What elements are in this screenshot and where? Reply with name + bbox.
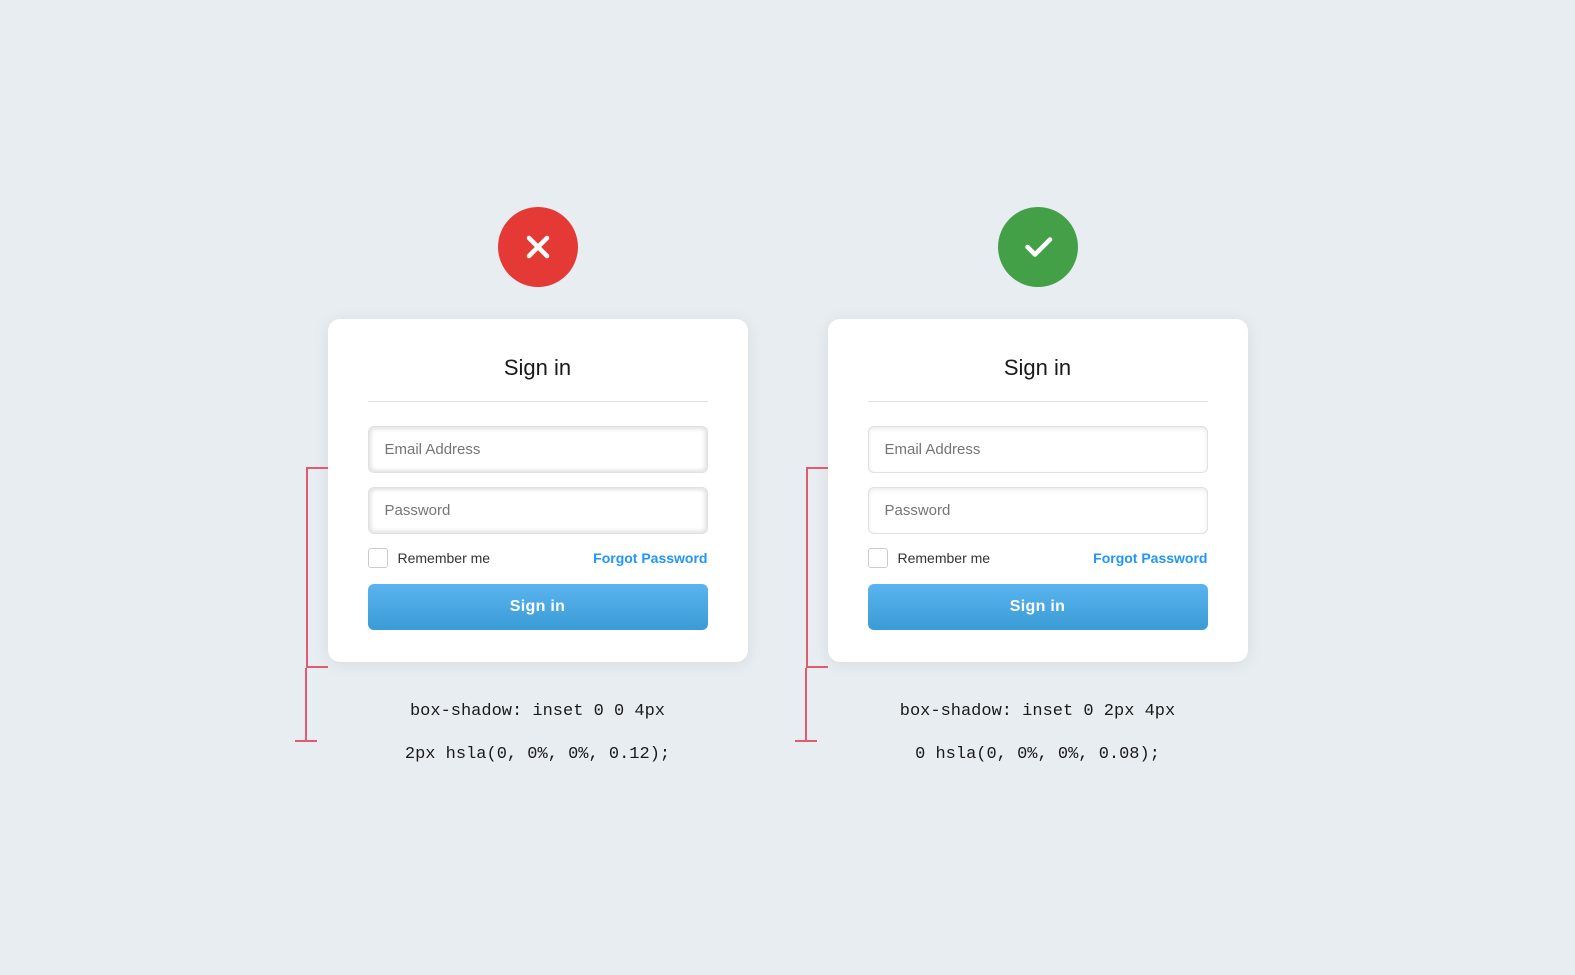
- good-checkbox[interactable]: [868, 548, 888, 568]
- good-email-input[interactable]: [868, 426, 1208, 473]
- bad-checkbox[interactable]: [368, 548, 388, 568]
- good-signin-button[interactable]: Sign in: [868, 584, 1208, 630]
- bad-bracket-vertical: [306, 467, 308, 668]
- good-card-wrapper: Sign in Remember me Forgot Password Sign…: [828, 319, 1248, 662]
- good-card-title: Sign in: [868, 355, 1208, 381]
- bad-password-group: [368, 487, 708, 534]
- good-arrow-line: [805, 668, 807, 742]
- bad-bracket-top: [306, 467, 328, 469]
- bad-email-input[interactable]: [368, 426, 708, 473]
- good-remember-label: Remember me: [898, 550, 991, 566]
- good-bracket-top: [806, 467, 828, 469]
- good-password-input[interactable]: [868, 487, 1208, 534]
- good-email-group: [868, 426, 1208, 473]
- good-card: Sign in Remember me Forgot Password Sign…: [828, 319, 1248, 662]
- bad-code-line2: 2px hsla(0, 0%, 0%, 0.12);: [405, 741, 670, 768]
- bad-signin-button[interactable]: Sign in: [368, 584, 708, 630]
- good-forgot-link[interactable]: Forgot Password: [1093, 550, 1207, 566]
- good-bracket-bottom-h: [806, 666, 828, 668]
- check-icon: [1020, 229, 1056, 265]
- bad-bracket-bottom-h: [306, 666, 328, 668]
- bad-forgot-link[interactable]: Forgot Password: [593, 550, 707, 566]
- good-divider: [868, 401, 1208, 402]
- good-remember-me: Remember me: [868, 548, 991, 568]
- good-password-group: [868, 487, 1208, 534]
- bad-card-title: Sign in: [368, 355, 708, 381]
- bad-remember-label: Remember me: [398, 550, 491, 566]
- bad-remember-me: Remember me: [368, 548, 491, 568]
- good-badge: [998, 207, 1078, 287]
- bad-card-wrapper: Sign in Remember me Forgot Password Sign…: [328, 319, 748, 662]
- good-code-line1: box-shadow: inset 0 2px 4px: [900, 698, 1175, 725]
- bad-card: Sign in Remember me Forgot Password Sign…: [328, 319, 748, 662]
- x-icon: [520, 229, 556, 265]
- bad-email-group: [368, 426, 708, 473]
- bad-password-input[interactable]: [368, 487, 708, 534]
- bad-panel: Sign in Remember me Forgot Password Sign…: [328, 207, 748, 768]
- good-arrow-h: [795, 740, 817, 742]
- good-code-line2: 0 hsla(0, 0%, 0%, 0.08);: [900, 741, 1175, 768]
- bad-arrow-line: [305, 668, 307, 742]
- good-bracket-vertical: [806, 467, 808, 668]
- bad-code-line1: box-shadow: inset 0 0 4px: [405, 698, 670, 725]
- bad-arrow-h: [295, 740, 317, 742]
- good-panel: Sign in Remember me Forgot Password Sign…: [828, 207, 1248, 768]
- bad-divider: [368, 401, 708, 402]
- bad-options-row: Remember me Forgot Password: [368, 548, 708, 568]
- bad-badge: [498, 207, 578, 287]
- good-options-row: Remember me Forgot Password: [868, 548, 1208, 568]
